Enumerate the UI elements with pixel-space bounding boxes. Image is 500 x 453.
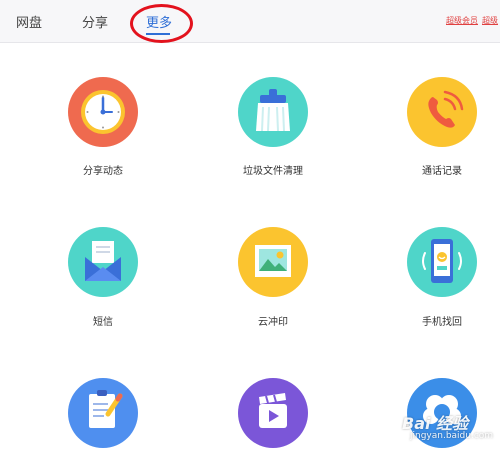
super-vip-link-2[interactable]: 超级: [482, 15, 498, 26]
find-phone-label: 手机找回: [422, 317, 462, 328]
phone-icon: [428, 90, 464, 128]
picture-icon: [255, 245, 291, 277]
call-log-button[interactable]: [407, 77, 477, 147]
share-activity-label: 分享动态: [83, 166, 123, 177]
highlight-annotation-circle: [130, 4, 193, 43]
clipboard-pen-icon: [89, 390, 123, 428]
junk-cleanup-label: 垃圾文件清理: [243, 166, 303, 177]
clapperboard-icon: [259, 393, 287, 428]
envelope-icon: [85, 241, 121, 281]
cloud-button[interactable]: [407, 378, 477, 448]
phone-smile-icon: [422, 239, 462, 283]
cloud-icon: [423, 395, 461, 424]
tab-netdisk[interactable]: 网盘: [16, 12, 42, 31]
call-log-label: 通话记录: [422, 166, 462, 177]
cloud-print-label: 云冲印: [258, 317, 288, 328]
video-button[interactable]: [238, 378, 308, 448]
super-vip-link[interactable]: 超级会员: [446, 15, 478, 26]
find-phone-button[interactable]: [407, 227, 477, 297]
brush-icon: [256, 89, 290, 132]
share-activity-button[interactable]: [68, 77, 138, 147]
sms-button[interactable]: [68, 227, 138, 297]
clock-icon: [81, 90, 125, 134]
tab-share[interactable]: 分享: [82, 12, 108, 31]
junk-cleanup-button[interactable]: [238, 77, 308, 147]
sms-label: 短信: [93, 317, 113, 328]
cloud-print-button[interactable]: [238, 227, 308, 297]
notes-button[interactable]: [68, 378, 138, 448]
top-nav-bar: 网盘 分享 更多 超级会员 超级: [0, 0, 500, 43]
